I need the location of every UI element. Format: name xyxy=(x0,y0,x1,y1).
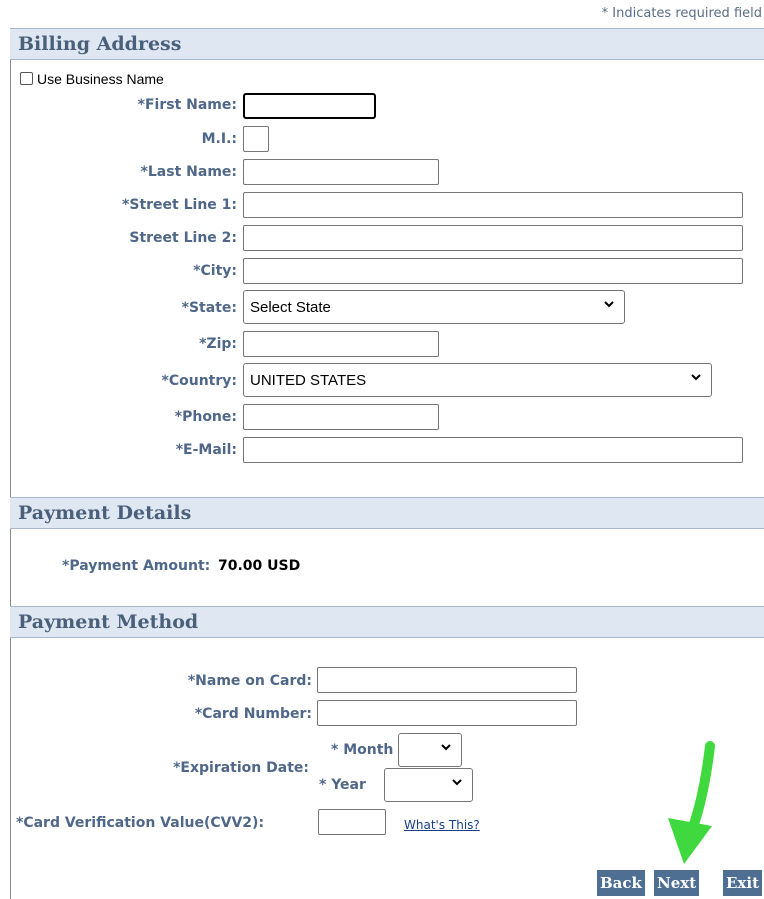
chevron-down-icon xyxy=(441,744,451,751)
zip-label: *Zip: xyxy=(199,336,237,352)
required-field-note: * Indicates required field xyxy=(601,6,762,21)
cvv-label: *Card Verification Value(CVV2): xyxy=(16,815,265,831)
state-select-value: Select State xyxy=(250,299,331,316)
last-name-input[interactable] xyxy=(243,159,439,185)
chevron-down-icon xyxy=(452,779,462,786)
email-input[interactable] xyxy=(243,437,743,463)
first-name-label: *First Name: xyxy=(137,97,237,113)
billing-address-title: Billing Address xyxy=(18,33,182,55)
expiration-date-label: *Expiration Date: xyxy=(173,760,309,776)
country-select[interactable]: UNITED STATES xyxy=(243,363,712,397)
use-business-name-label: Use Business Name xyxy=(37,71,164,87)
payment-amount-value: 70.00 USD xyxy=(218,558,301,574)
next-button[interactable]: Next xyxy=(654,870,700,896)
card-number-label: *Card Number: xyxy=(194,706,312,722)
payment-method-title: Payment Method xyxy=(18,611,199,633)
city-label: *City: xyxy=(193,263,237,279)
payment-amount-label: *Payment Amount: xyxy=(62,558,211,574)
country-select-value: UNITED STATES xyxy=(250,372,367,389)
cvv-input[interactable] xyxy=(318,809,386,835)
last-name-label: *Last Name: xyxy=(140,164,237,180)
street-line2-input[interactable] xyxy=(243,225,743,251)
phone-input[interactable] xyxy=(243,404,439,430)
country-label: *Country: xyxy=(161,373,237,389)
payment-details-title: Payment Details xyxy=(18,502,192,524)
email-label: *E-Mail: xyxy=(175,442,237,458)
month-label: * Month xyxy=(331,742,394,758)
expiration-year-select[interactable] xyxy=(384,768,473,802)
city-input[interactable] xyxy=(243,258,743,284)
street-line1-input[interactable] xyxy=(243,192,743,218)
mi-label: M.I.: xyxy=(201,131,237,147)
exit-button[interactable]: Exit xyxy=(723,870,763,896)
whats-this-link[interactable]: What's This? xyxy=(404,818,480,832)
street-line1-label: *Street Line 1: xyxy=(122,197,237,213)
street-line2-label: Street Line 2: xyxy=(129,230,237,246)
middle-initial-input[interactable] xyxy=(243,126,269,152)
payment-details-header: Payment Details xyxy=(10,497,764,529)
name-on-card-input[interactable] xyxy=(317,667,577,693)
card-number-input[interactable] xyxy=(317,700,577,726)
chevron-down-icon xyxy=(691,374,701,381)
expiration-month-select[interactable] xyxy=(398,733,462,767)
green-arrow-annotation xyxy=(668,741,715,864)
use-business-name-checkbox[interactable] xyxy=(20,72,33,85)
name-on-card-label: *Name on Card: xyxy=(187,673,312,689)
zip-input[interactable] xyxy=(243,331,439,357)
first-name-input[interactable] xyxy=(243,93,376,119)
state-label: *State: xyxy=(181,300,237,316)
year-label: * Year xyxy=(319,777,366,793)
state-select[interactable]: Select State xyxy=(243,290,625,324)
phone-label: *Phone: xyxy=(174,409,237,425)
chevron-down-icon xyxy=(604,301,614,308)
payment-method-header: Payment Method xyxy=(10,606,764,638)
billing-address-header: Billing Address xyxy=(10,28,764,60)
back-button[interactable]: Back xyxy=(597,870,645,896)
